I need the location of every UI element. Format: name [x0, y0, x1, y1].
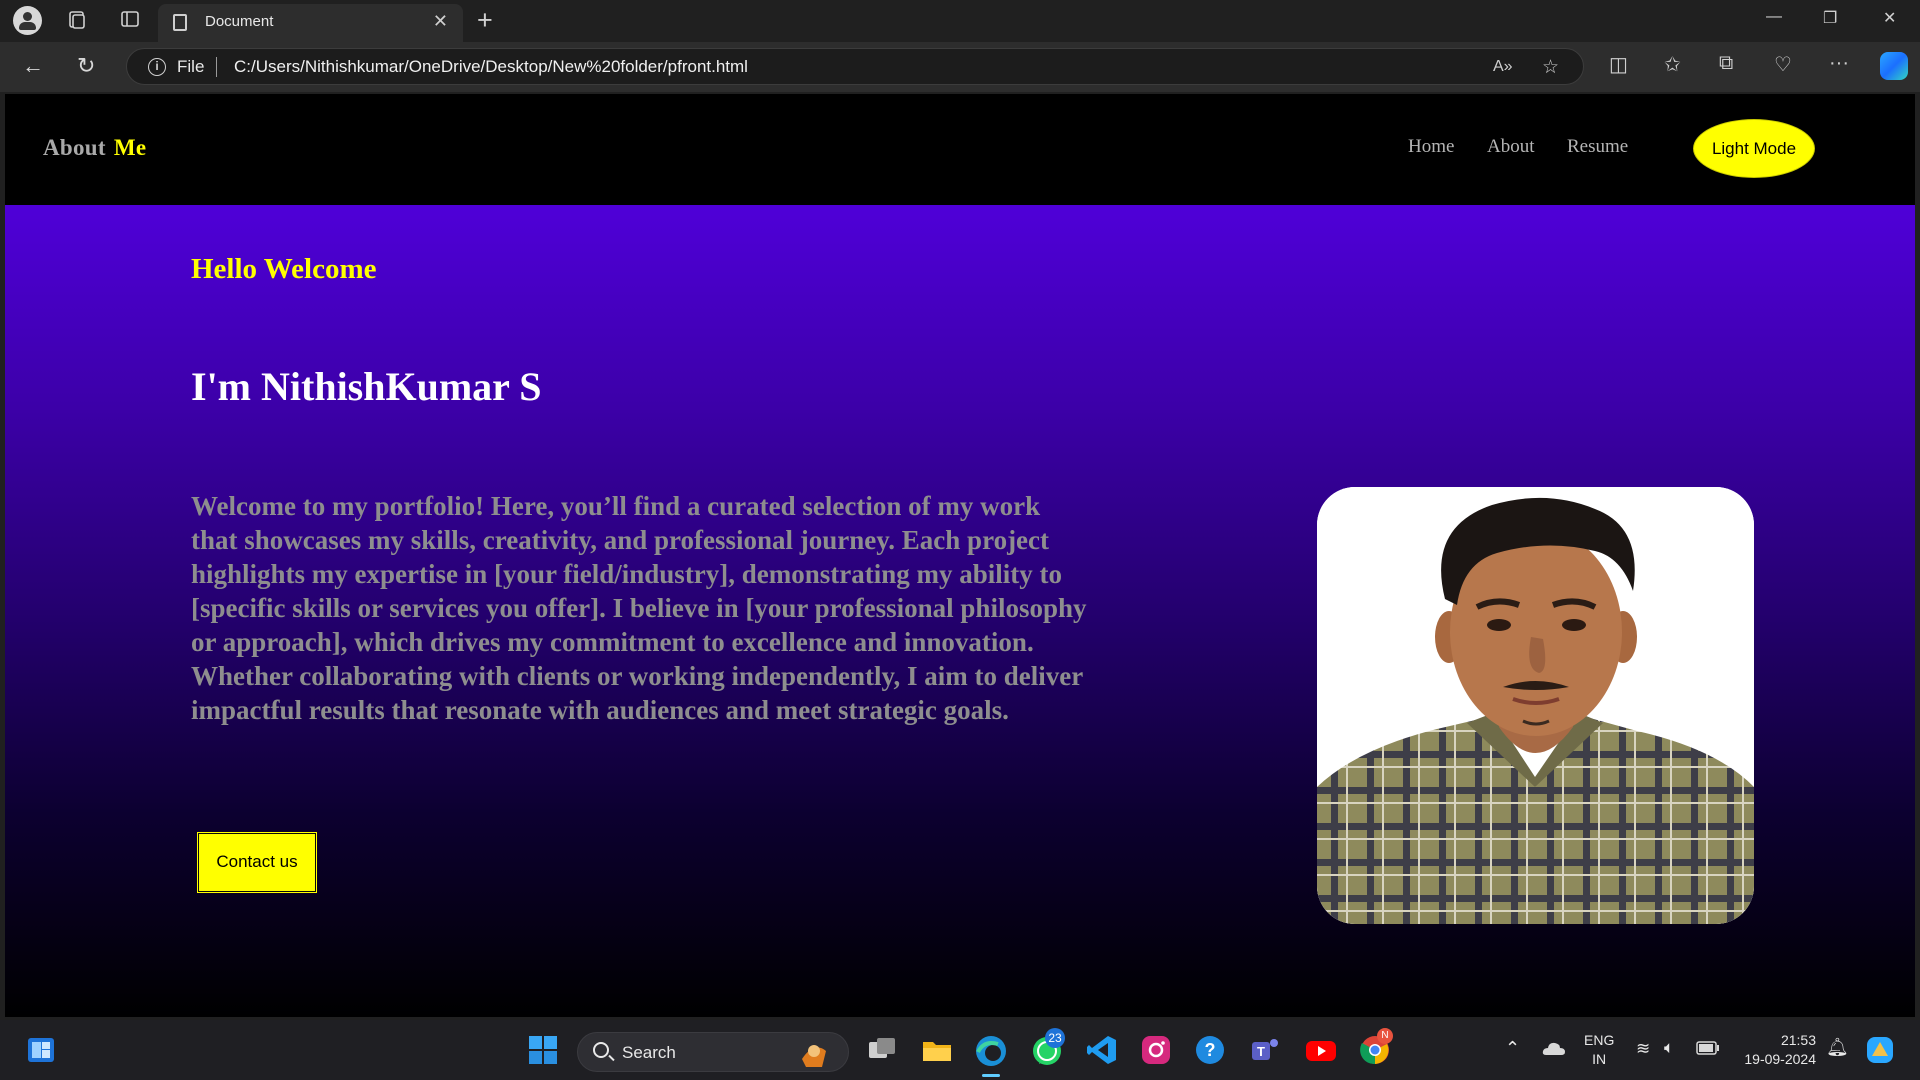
edge-browser-icon[interactable] [974, 1034, 1008, 1077]
file-explorer-icon[interactable] [921, 1034, 953, 1071]
search-label: Search [622, 1043, 676, 1062]
region-code: IN [1592, 1051, 1607, 1067]
restore-icon[interactable]: ❐ [1823, 8, 1837, 28]
chrome-profile-badge: N [1377, 1028, 1393, 1044]
help-icon[interactable]: ? [1194, 1034, 1226, 1071]
instagram-icon[interactable] [1140, 1034, 1172, 1071]
copilot-icon[interactable] [1880, 52, 1908, 80]
search-icon [593, 1042, 609, 1058]
new-tab-icon[interactable]: + [477, 5, 493, 36]
refresh-icon[interactable]: ↻ [77, 53, 95, 79]
copilot-taskbar-icon[interactable] [1864, 1034, 1896, 1071]
collections-icon[interactable]: ⧉ [1719, 52, 1733, 75]
greeting-heading: Hello Welcome [191, 253, 377, 285]
light-mode-button[interactable]: Light Mode [1693, 119, 1815, 178]
show-hidden-icons-chevron-icon[interactable]: ⌃ [1505, 1038, 1520, 1059]
profile-photo-illustration [1317, 487, 1754, 924]
divider [216, 57, 217, 77]
site-header: About Me Home About Resume Light Mode [5, 94, 1915, 205]
language-code: ENG [1584, 1032, 1615, 1048]
logo-about: About [43, 135, 106, 160]
task-view-icon[interactable] [866, 1034, 898, 1071]
profile-photo [1317, 487, 1754, 924]
nav-resume-link[interactable]: Resume [1567, 136, 1628, 158]
workspaces-icon[interactable] [65, 9, 89, 33]
whatsapp-icon[interactable]: 23 [1031, 1028, 1065, 1073]
contact-us-button[interactable]: Contact us [197, 832, 317, 893]
clock[interactable]: 21:53 19-09-2024 [1736, 1031, 1816, 1069]
widgets-icon[interactable] [27, 1037, 55, 1068]
clock-time: 21:53 [1780, 1032, 1816, 1048]
site-logo: About Me [43, 135, 146, 161]
name-heading: I'm NithishKumar S [191, 364, 542, 409]
clock-date: 19-09-2024 [1744, 1051, 1816, 1067]
scheme-label: File [177, 57, 205, 76]
close-window-icon[interactable]: ✕ [1883, 8, 1896, 28]
address-bar[interactable]: i File C:/Users/Nithishkumar/OneDrive/De… [126, 48, 1584, 85]
active-tab[interactable]: Document ✕ [158, 4, 463, 42]
more-options-icon[interactable]: ··· [1829, 52, 1849, 75]
read-aloud-icon[interactable]: A» [1493, 58, 1513, 76]
notifications-bell-icon[interactable]: 🔔︎ [1826, 1037, 1849, 1058]
battery-icon[interactable] [1696, 1041, 1720, 1060]
svg-text:T: T [1257, 1044, 1265, 1059]
address-toolbar: ← ↻ i File C:/Users/Nithishkumar/OneDriv… [0, 42, 1920, 92]
nav-about-link[interactable]: About [1487, 136, 1535, 158]
youtube-icon[interactable] [1304, 1034, 1338, 1071]
hero-section: Hello Welcome I'm NithishKumar S Welcome… [5, 205, 1915, 1017]
onedrive-icon[interactable] [1542, 1040, 1566, 1061]
url-text[interactable]: C:/Users/Nithishkumar/OneDrive/Desktop/N… [234, 57, 748, 77]
browser-essentials-icon[interactable]: ♡ [1774, 52, 1792, 77]
intro-paragraph: Welcome to my portfolio! Here, you’ll fi… [191, 491, 1087, 725]
close-tab-icon[interactable]: ✕ [433, 11, 448, 32]
volume-icon[interactable]: 🔈︎ [1664, 1038, 1674, 1058]
document-icon [173, 14, 187, 31]
chrome-icon[interactable]: N [1359, 1028, 1393, 1071]
logo-me: Me [113, 135, 147, 160]
vscode-icon[interactable] [1086, 1034, 1118, 1071]
minimize-icon[interactable]: — [1766, 8, 1782, 26]
tab-title: Document [205, 13, 274, 30]
taskbar-search[interactable]: Search [577, 1032, 849, 1072]
vertical-tabs-icon[interactable] [118, 9, 142, 33]
favorites-icon[interactable]: ✩ [1664, 52, 1681, 77]
wifi-icon[interactable]: ≋ [1636, 1039, 1650, 1059]
svg-text:?: ? [1205, 1040, 1216, 1060]
split-screen-icon[interactable]: ◫ [1609, 52, 1628, 77]
back-icon[interactable]: ← [22, 53, 44, 79]
nav-home-link[interactable]: Home [1408, 136, 1454, 158]
windows-taskbar: Search 23 ? T N ⌃ ENG IN ≋ 🔈︎ 21:53 19-0… [0, 1020, 1920, 1080]
start-windows-icon[interactable] [528, 1035, 558, 1070]
active-app-indicator [982, 1074, 1000, 1077]
teams-icon[interactable]: T [1249, 1034, 1281, 1071]
page-viewport: About Me Home About Resume Light Mode Hel… [5, 94, 1915, 1017]
profile-avatar-icon[interactable] [13, 6, 42, 35]
language-indicator[interactable]: ENG IN [1584, 1031, 1614, 1069]
search-highlight-icon [802, 1045, 826, 1067]
whatsapp-badge: 23 [1045, 1028, 1065, 1048]
browser-tab-bar: Document ✕ + — ❐ ✕ [0, 0, 1920, 42]
site-info-icon[interactable]: i [148, 58, 166, 76]
favorite-star-icon[interactable]: ☆ [1542, 56, 1559, 79]
